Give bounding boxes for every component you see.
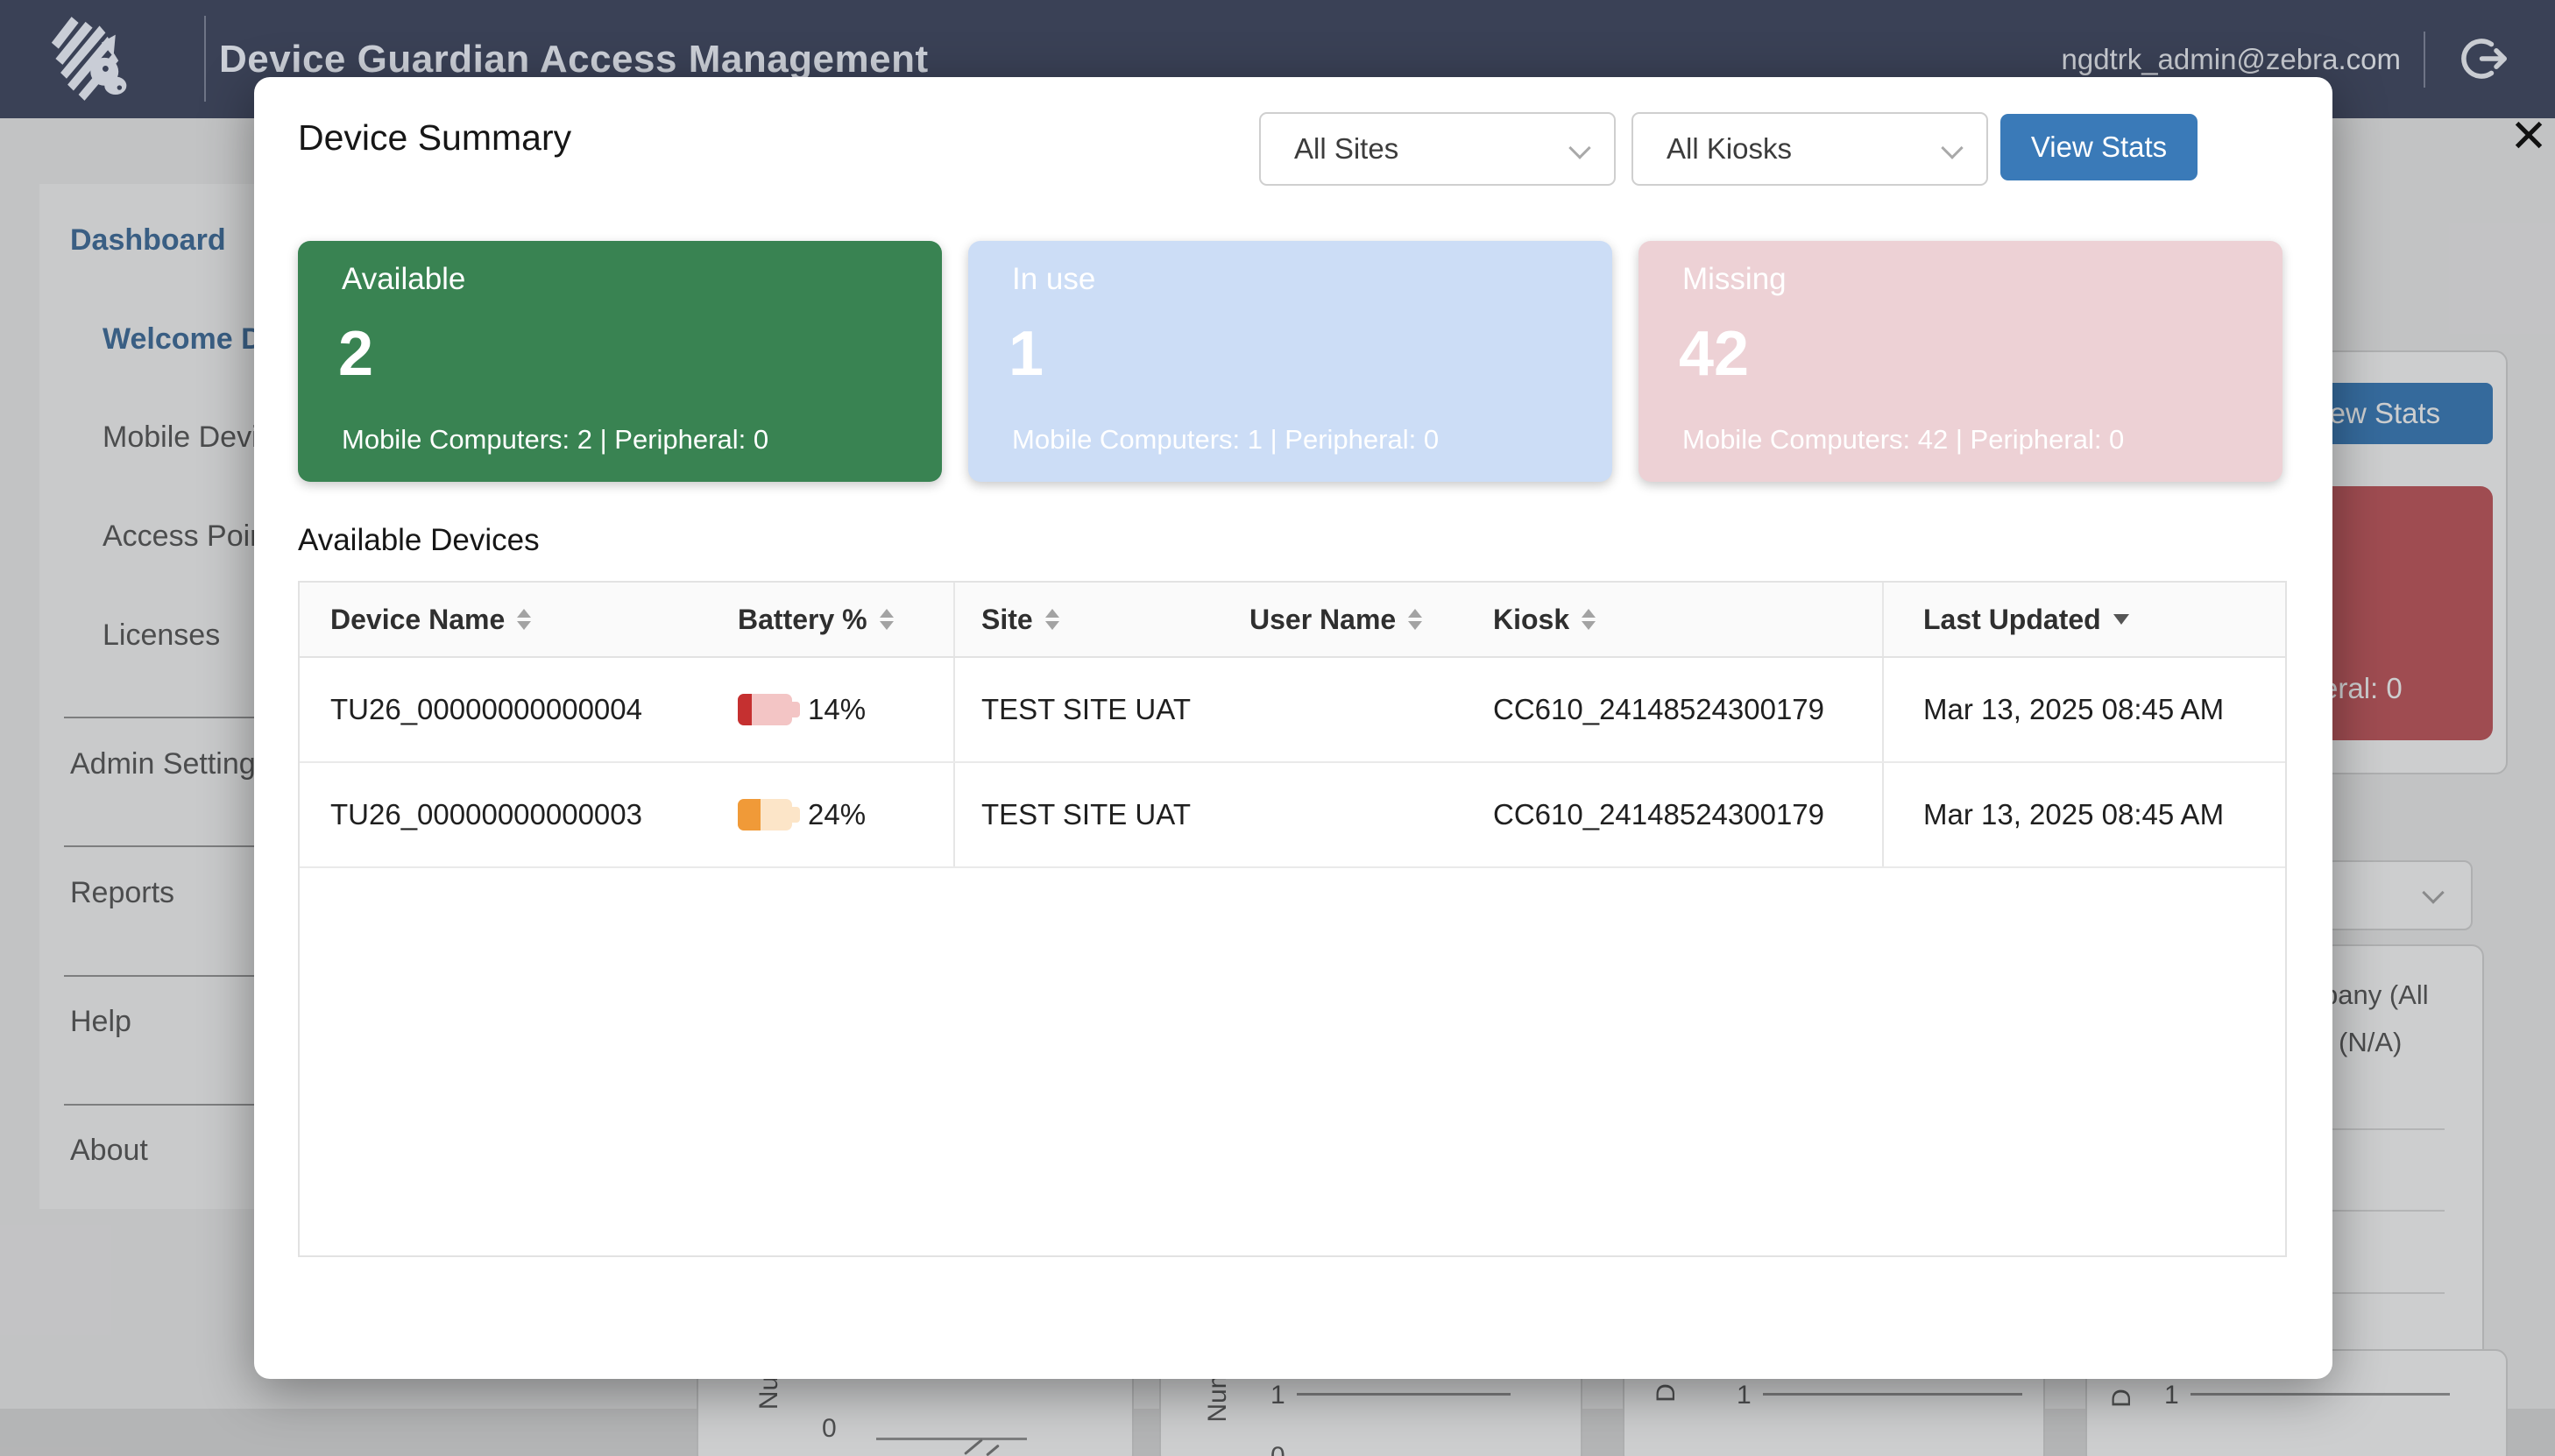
card-count: 42 [1679, 318, 1749, 390]
modal-title: Device Summary [298, 117, 571, 159]
sort-icon [1045, 609, 1059, 630]
zebra-logo-icon [46, 9, 145, 109]
card-detail: Mobile Computers: 2 | Peripheral: 0 [342, 424, 768, 456]
card-label: In use [1012, 262, 1095, 297]
table-row[interactable]: TU26_00000000000003 24% TEST SITE UAT CC… [300, 762, 2285, 867]
battery-icon [738, 694, 792, 725]
battery-percent: 14% [808, 693, 866, 726]
column-header-device-name[interactable]: Device Name [300, 583, 711, 657]
cell-site: TEST SITE UAT [954, 762, 1223, 867]
site-filter-select[interactable]: All Sites [1259, 112, 1616, 186]
site-filter-value: All Sites [1294, 132, 1398, 166]
chevron-down-icon [1941, 137, 1963, 159]
column-header-user-name[interactable]: User Name [1223, 583, 1467, 657]
sort-icon [517, 609, 531, 630]
column-header-kiosk[interactable]: Kiosk [1467, 583, 1883, 657]
header-divider [2424, 32, 2425, 88]
battery-icon [738, 799, 792, 830]
close-icon[interactable]: ✕ [2504, 109, 2553, 165]
cell-last-updated: Mar 13, 2025 08:45 AM [1883, 657, 2285, 762]
sort-icon [1408, 609, 1422, 630]
column-label: Battery % [738, 604, 867, 636]
battery-percent: 24% [808, 798, 866, 831]
sort-icon [1582, 609, 1596, 630]
cell-kiosk: CC610_24148524300179 [1467, 762, 1883, 867]
in-use-summary-card[interactable]: In use 1 Mobile Computers: 1 | Periphera… [968, 241, 1612, 482]
sort-icon [880, 609, 894, 630]
table-row[interactable]: TU26_00000000000004 14% TEST SITE UAT CC… [300, 657, 2285, 762]
kiosk-filter-value: All Kiosks [1667, 132, 1792, 166]
column-label: Kiosk [1493, 604, 1569, 636]
cell-kiosk: CC610_24148524300179 [1467, 657, 1883, 762]
missing-summary-card[interactable]: Missing 42 Mobile Computers: 42 | Periph… [1638, 241, 2283, 482]
column-label: Device Name [330, 604, 505, 636]
cell-user-name [1223, 657, 1467, 762]
available-summary-card[interactable]: Available 2 Mobile Computers: 2 | Periph… [298, 241, 942, 482]
column-label: Site [981, 604, 1033, 636]
cell-device-name: TU26_00000000000004 [300, 657, 711, 762]
card-detail: Mobile Computers: 1 | Peripheral: 0 [1012, 424, 1439, 456]
cell-last-updated: Mar 13, 2025 08:45 AM [1883, 762, 2285, 867]
card-count: 2 [338, 318, 373, 390]
view-stats-button[interactable]: View Stats [2000, 114, 2198, 180]
chevron-down-icon [1568, 137, 1590, 159]
card-label: Missing [1682, 262, 1787, 297]
logout-icon[interactable] [2459, 33, 2509, 84]
card-detail: Mobile Computers: 42 | Peripheral: 0 [1682, 424, 2124, 456]
sort-desc-icon [2113, 614, 2129, 625]
kiosk-filter-select[interactable]: All Kiosks [1631, 112, 1988, 186]
cell-battery: 24% [711, 762, 954, 867]
screen: Dashboard Welcome D Mobile Devic Access … [0, 0, 2555, 1456]
column-header-site[interactable]: Site [954, 583, 1223, 657]
cell-site: TEST SITE UAT [954, 657, 1223, 762]
column-header-battery[interactable]: Battery % [711, 583, 954, 657]
cell-device-name: TU26_00000000000003 [300, 762, 711, 867]
column-header-last-updated[interactable]: Last Updated [1883, 583, 2285, 657]
column-label: Last Updated [1923, 604, 2101, 636]
available-devices-table: Device Name Battery % Site User Nam [298, 581, 2287, 1257]
header-divider [204, 16, 206, 102]
cell-user-name [1223, 762, 1467, 867]
available-devices-heading: Available Devices [298, 523, 540, 558]
table-header-row: Device Name Battery % Site User Nam [300, 583, 2285, 657]
card-count: 1 [1009, 318, 1044, 390]
device-summary-modal: Device Summary All Sites All Kiosks View… [254, 77, 2332, 1379]
cell-battery: 14% [711, 657, 954, 762]
card-label: Available [342, 262, 465, 297]
column-label: User Name [1249, 604, 1396, 636]
